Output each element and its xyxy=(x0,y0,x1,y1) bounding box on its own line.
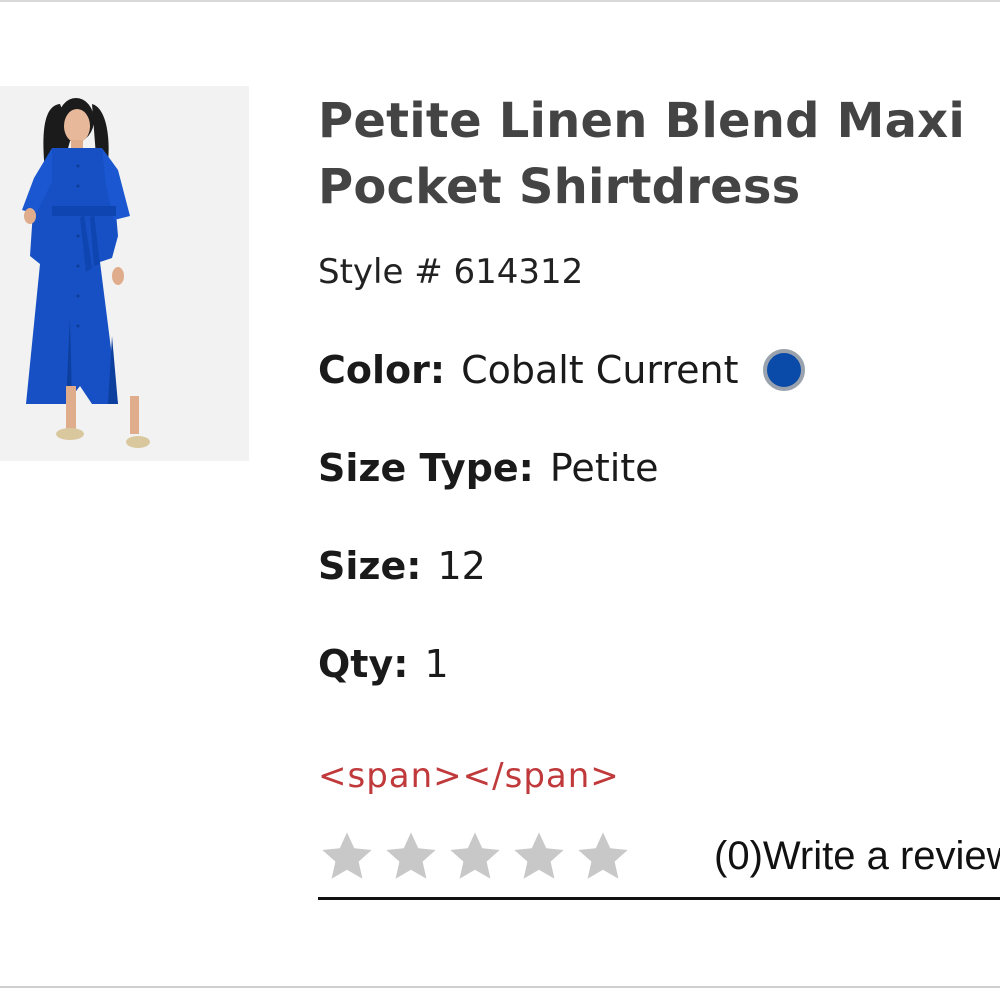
star-icon[interactable] xyxy=(446,828,504,886)
style-number: Style # 614312 xyxy=(318,252,584,292)
product-photo-illustration xyxy=(0,86,249,461)
write-review-link[interactable]: (0)Write a review xyxy=(714,834,1000,879)
color-swatch xyxy=(762,349,805,391)
size-value: 12 xyxy=(437,544,486,588)
size-type-row: Size Type: Petite xyxy=(318,446,659,490)
size-label: Size: xyxy=(318,544,422,588)
rating-row: (0)Write a review xyxy=(318,822,1000,900)
product-title[interactable]: Petite Linen Blend Maxi Pocket Shirtdres… xyxy=(318,88,1000,220)
color-value: Cobalt Current xyxy=(461,348,739,392)
product-title-line-1[interactable]: Petite Linen Blend Maxi xyxy=(318,93,965,149)
top-divider xyxy=(0,0,1000,2)
product-title-block: Petite Linen Blend Maxi Pocket Shirtdres… xyxy=(318,88,1000,220)
bottom-divider xyxy=(0,986,1000,988)
qty-value: 1 xyxy=(424,642,449,686)
star-icon[interactable] xyxy=(574,828,632,886)
raw-span-text: <span></span> xyxy=(318,756,620,796)
size-row: Size: 12 xyxy=(318,544,486,588)
order-item-card: Petite Linen Blend Maxi Pocket Shirtdres… xyxy=(0,0,1000,1000)
color-row: Color: Cobalt Current xyxy=(318,348,805,392)
star-icon[interactable] xyxy=(382,828,440,886)
star-rating[interactable] xyxy=(318,828,638,886)
color-label: Color: xyxy=(318,348,446,392)
qty-label: Qty: xyxy=(318,642,409,686)
product-title-line-2[interactable]: Pocket Shirtdress xyxy=(318,159,800,215)
star-icon[interactable] xyxy=(318,828,376,886)
product-image[interactable] xyxy=(0,86,249,461)
star-icon[interactable] xyxy=(510,828,568,886)
size-type-value: Petite xyxy=(549,446,659,490)
size-type-label: Size Type: xyxy=(318,446,534,490)
qty-row: Qty: 1 xyxy=(318,642,449,686)
